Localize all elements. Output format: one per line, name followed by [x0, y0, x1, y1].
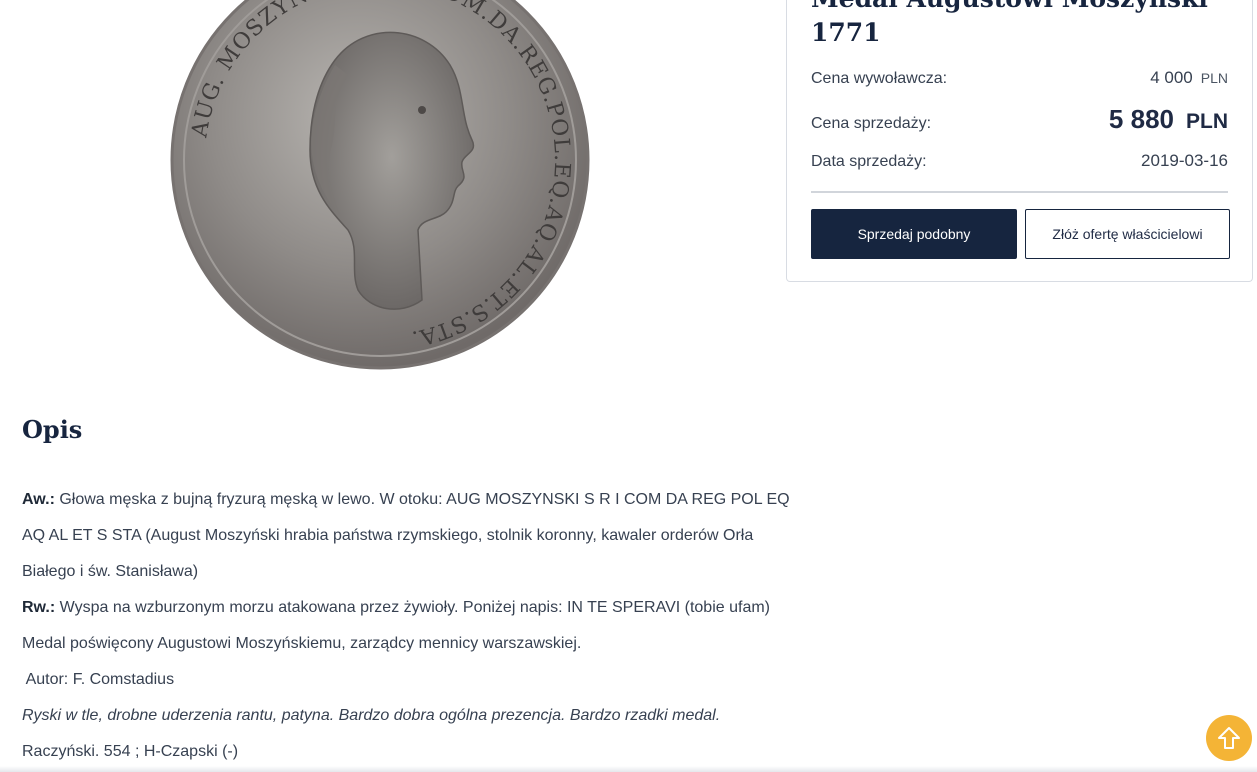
author-text: Autor: F. Comstadius: [22, 671, 175, 688]
sale-price-label: Cena sprzedaży:: [811, 115, 932, 132]
condition-text: Ryski w tle, drobne uderzenia rantu, pat…: [22, 698, 802, 734]
obverse-paragraph: Aw.: Głowa męska z bujną fryzurą męską w…: [22, 482, 802, 590]
starting-price-value: 4 000: [1150, 68, 1193, 87]
obverse-label: Aw.:: [22, 491, 55, 508]
arrow-up-icon: [1218, 727, 1240, 749]
sale-price-value: 5 880: [1108, 104, 1174, 134]
references-text: Raczyński. 554 ; H-Czapski (-): [22, 743, 239, 760]
offer-owner-button[interactable]: Złóż ofertę właścicielowi: [1025, 209, 1230, 259]
sale-date-label: Data sprzedaży:: [811, 153, 927, 170]
reverse-label: Rw.:: [22, 599, 56, 616]
reverse-paragraph: Rw.: Wyspa na wzburzonym morzu atakowana…: [22, 590, 802, 626]
panel-divider: [811, 191, 1228, 193]
starting-price-label: Cena wywoławcza:: [811, 70, 948, 87]
starting-price-currency: PLN: [1200, 70, 1228, 86]
description-body: Aw.: Głowa męska z bujną fryzurą męską w…: [22, 482, 802, 770]
condition-italic: Ryski w tle, drobne uderzenia rantu, pat…: [22, 707, 721, 724]
description-heading: Opis: [22, 415, 83, 444]
medal-image[interactable]: AUG. MOSZYNSKI S.R.I.COM.DA.REG.POL.EQ.A…: [160, 0, 600, 380]
sale-info-panel: Medal Augustowi Moszyński 1771 Cena wywo…: [786, 0, 1253, 282]
scroll-to-top-button[interactable]: [1206, 715, 1252, 761]
reverse-text: Wyspa na wzburzonym morzu atakowana prze…: [55, 599, 770, 616]
sale-date-value: 2019-03-16: [1141, 151, 1228, 170]
sell-similar-button[interactable]: Sprzedaj podobny: [811, 209, 1017, 259]
starting-price-row: Cena wywoławcza: 4 000 PLN: [811, 68, 1228, 88]
bottom-shadow: [0, 766, 1257, 772]
sale-price-row: Cena sprzedaży: 5 880 PLN: [811, 104, 1228, 135]
dedication-text: Medal poświęcony Augustowi Moszyńskiemu,…: [22, 635, 582, 652]
item-title: Medal Augustowi Moszyński 1771: [811, 0, 1208, 47]
sale-date-row: Data sprzedaży: 2019-03-16: [811, 151, 1228, 171]
sale-price-currency: PLN: [1186, 110, 1228, 133]
obverse-text: Głowa męska z bujną fryzurą męską w lewo…: [22, 491, 790, 580]
